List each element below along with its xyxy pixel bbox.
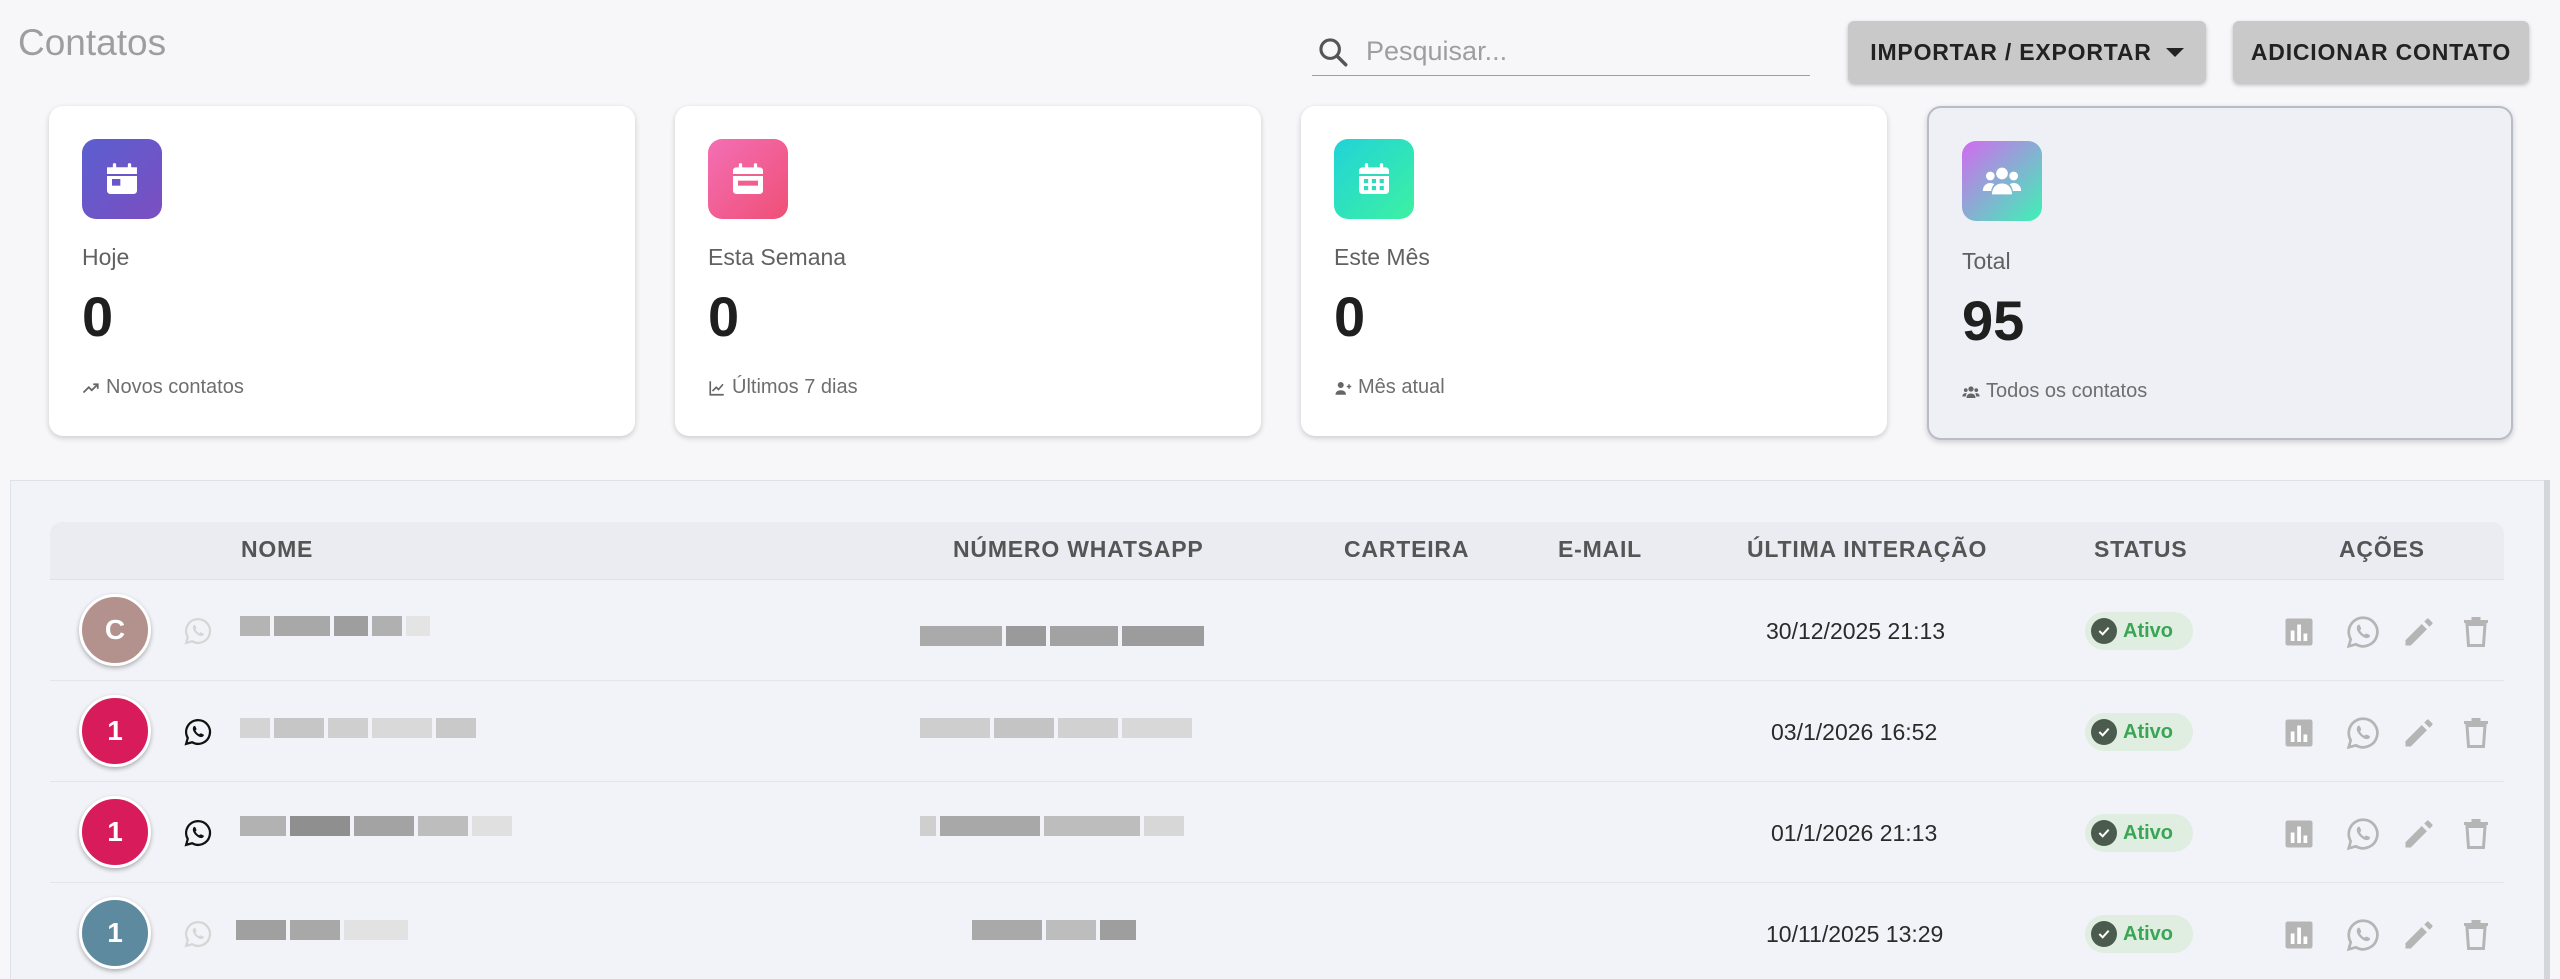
- card-subtitle: Novos contatos: [82, 376, 244, 399]
- whatsapp-number-redacted: [920, 718, 1196, 738]
- calendar-month-icon: [1334, 139, 1414, 219]
- delete-icon[interactable]: [2458, 816, 2494, 852]
- whatsapp-number-redacted: [972, 920, 1140, 940]
- card-subtitle: Mês atual: [1334, 376, 1445, 399]
- caret-down-icon: [2165, 47, 2184, 57]
- users-icon: [1962, 141, 2042, 221]
- edit-icon[interactable]: [2401, 816, 2437, 852]
- card-value: 95: [1962, 289, 2025, 352]
- column-header-wallet[interactable]: CARTEIRA: [1344, 536, 1469, 563]
- whatsapp-action-icon[interactable]: [2345, 917, 2381, 953]
- whatsapp-action-icon[interactable]: [2345, 715, 2381, 751]
- bar-chart-icon[interactable]: [2281, 614, 2317, 650]
- whatsapp-icon: [184, 920, 212, 948]
- column-header-whatsapp[interactable]: NÚMERO WHATSAPP: [953, 536, 1204, 563]
- trending-up-icon: [82, 382, 99, 393]
- status-badge: Ativo: [2085, 915, 2193, 953]
- search-input[interactable]: [1366, 36, 1786, 67]
- stat-card-today: Hoje 0 Novos contatos: [49, 106, 635, 436]
- whatsapp-action-icon[interactable]: [2345, 816, 2381, 852]
- column-header-email[interactable]: E-MAIL: [1558, 536, 1642, 563]
- avatar: 1: [79, 897, 151, 969]
- card-label: Hoje: [82, 244, 130, 270]
- bar-chart-icon[interactable]: [2281, 816, 2317, 852]
- stat-card-week: Esta Semana 0 Últimos 7 dias: [675, 106, 1261, 436]
- avatar: C: [79, 594, 151, 666]
- check-circle-icon: [2091, 719, 2117, 745]
- calendar-icon: [82, 139, 162, 219]
- card-subtitle: Últimos 7 dias: [708, 376, 858, 399]
- add-contact-button[interactable]: ADICIONAR CONTATO: [2233, 21, 2529, 83]
- card-value: 0: [82, 285, 114, 348]
- bar-chart-icon[interactable]: [2281, 715, 2317, 751]
- delete-icon[interactable]: [2458, 614, 2494, 650]
- status-badge: Ativo: [2085, 814, 2193, 852]
- scrollbar[interactable]: [2544, 480, 2550, 979]
- stat-card-total[interactable]: Total 95 Todos os contatos: [1927, 106, 2513, 440]
- card-label: Total: [1962, 248, 2011, 274]
- delete-icon[interactable]: [2458, 715, 2494, 751]
- card-label: Este Mês: [1334, 244, 1430, 270]
- page-title: Contatos: [18, 22, 167, 63]
- whatsapp-number-redacted: [920, 816, 1188, 836]
- whatsapp-action-icon[interactable]: [2345, 614, 2381, 650]
- whatsapp-icon: [184, 718, 212, 746]
- contact-name-redacted: [236, 920, 412, 940]
- whatsapp-icon: [184, 819, 212, 847]
- check-circle-icon: [2091, 820, 2117, 846]
- edit-icon[interactable]: [2401, 917, 2437, 953]
- delete-icon[interactable]: [2458, 917, 2494, 953]
- add-contact-label: ADICIONAR CONTATO: [2250, 38, 2512, 65]
- card-value: 0: [1334, 285, 1366, 348]
- check-circle-icon: [2091, 921, 2117, 947]
- last-interaction: 01/1/2026 21:13: [1771, 820, 1938, 846]
- card-subtitle: Todos os contatos: [1962, 380, 2147, 403]
- calendar-week-icon: [708, 139, 788, 219]
- import-export-label: IMPORTAR / EXPORTAR: [1870, 38, 2152, 65]
- import-export-button[interactable]: IMPORTAR / EXPORTAR: [1848, 21, 2206, 83]
- search-icon: [1319, 37, 1348, 66]
- column-header-status[interactable]: STATUS: [2094, 536, 2187, 563]
- check-circle-icon: [2091, 618, 2117, 644]
- card-label: Esta Semana: [708, 244, 847, 270]
- card-value: 0: [708, 285, 740, 348]
- contact-name-redacted: [240, 718, 480, 738]
- stat-card-month: Este Mês 0 Mês atual: [1301, 106, 1887, 436]
- avatar: 1: [79, 695, 151, 767]
- whatsapp-icon: [184, 617, 212, 645]
- whatsapp-number-redacted: [920, 626, 1208, 646]
- last-interaction: 10/11/2025 13:29: [1766, 921, 1944, 947]
- edit-icon[interactable]: [2401, 715, 2437, 751]
- status-badge: Ativo: [2085, 713, 2193, 751]
- user-plus-icon: [1335, 381, 1352, 395]
- bar-chart-icon[interactable]: [2281, 917, 2317, 953]
- column-header-actions: AÇÕES: [2339, 536, 2425, 562]
- line-chart-icon: [709, 380, 724, 396]
- users-small-icon: [1962, 385, 1980, 398]
- contact-name-redacted: [240, 816, 516, 836]
- avatar: 1: [79, 796, 151, 868]
- edit-icon[interactable]: [2401, 614, 2437, 650]
- column-header-name[interactable]: NOME: [241, 536, 313, 563]
- status-badge: Ativo: [2085, 612, 2193, 650]
- contact-name-redacted: [240, 616, 434, 636]
- last-interaction: 30/12/2025 21:13: [1766, 618, 1946, 644]
- column-header-last-interaction[interactable]: ÚLTIMA INTERAÇÃO: [1747, 536, 1987, 563]
- search-field[interactable]: [1312, 28, 1810, 76]
- last-interaction: 03/1/2026 16:52: [1771, 719, 1938, 745]
